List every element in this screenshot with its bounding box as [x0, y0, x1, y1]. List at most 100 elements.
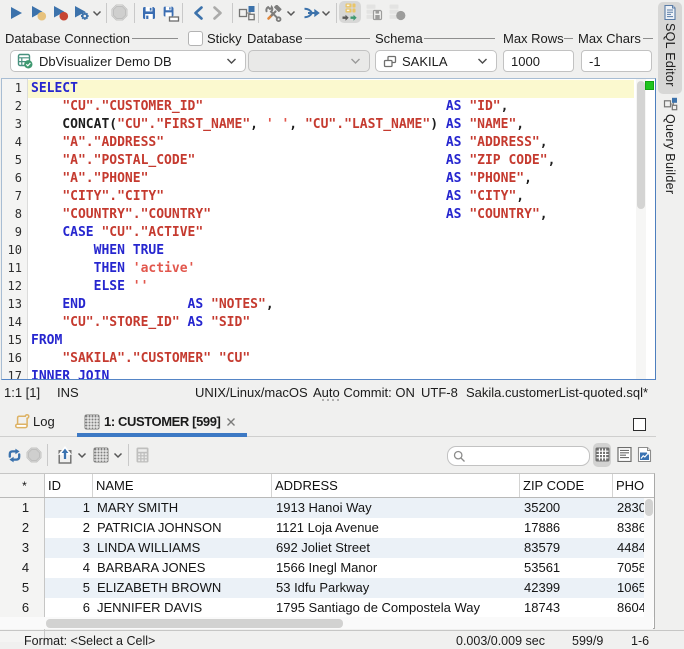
table-cell-address[interactable]: 1121 Loja Avenue [272, 518, 520, 538]
table-cell-name[interactable]: ELIZABETH BROWN [93, 578, 272, 598]
sticky-checkbox[interactable] [188, 31, 203, 46]
table-cell-address[interactable]: 1913 Hanoi Way [272, 498, 520, 518]
editor-scrollbar-thumb[interactable] [637, 81, 645, 209]
pin-results-icon[interactable] [342, 3, 358, 21]
tab-result-label[interactable]: 1: CUSTOMER [599] [104, 414, 221, 429]
table-cell-phone[interactable]: 448477190408 [613, 538, 645, 558]
grid-horizontal-scrollbar[interactable] [45, 617, 653, 629]
code-line[interactable]: "COUNTRY"."COUNTRY" AS "COUNTRY", [31, 206, 555, 224]
table-cell-phone[interactable]: 28303384290 [613, 498, 645, 518]
table-cell-name[interactable]: MARY SMITH [93, 498, 272, 518]
save-icon[interactable] [141, 5, 157, 21]
execute-buffer-icon[interactable] [52, 5, 69, 21]
table-cell-id[interactable]: 3 [45, 538, 93, 558]
table-cell-id[interactable]: 2 [45, 518, 93, 538]
execute-menu-chevron-icon[interactable] [92, 10, 102, 17]
grid-view-icon[interactable] [595, 447, 610, 462]
code-line[interactable]: THEN 'active' [31, 260, 555, 278]
editor-code[interactable]: SELECT "CU"."CUSTOMER_ID" AS "ID", CONCA… [31, 80, 555, 379]
tab-log-label[interactable]: Log [33, 414, 55, 429]
export-icon[interactable] [57, 446, 73, 464]
tools-menu-chevron-icon[interactable] [286, 10, 296, 17]
chart-view-icon[interactable] [637, 446, 652, 463]
row-number[interactable]: 5 [3, 578, 48, 598]
code-line[interactable]: "CU"."CUSTOMER_ID" AS "ID", [31, 98, 555, 116]
code-line[interactable]: END AS "NOTES", [31, 296, 555, 314]
tab-close-icon[interactable] [226, 417, 236, 427]
table-cell-phone[interactable]: 705814003527 [613, 558, 645, 578]
table-cell-name[interactable]: JENNIFER DAVIS [93, 598, 272, 618]
row-number[interactable]: 2 [3, 518, 48, 538]
table-cell-id[interactable]: 1 [45, 498, 93, 518]
splitter-grip[interactable] [322, 399, 339, 401]
row-number[interactable]: 6 [3, 598, 48, 618]
row-number[interactable]: 3 [3, 538, 48, 558]
table-cell-name[interactable]: BARBARA JONES [93, 558, 272, 578]
grid-hscrollbar-thumb[interactable] [46, 619, 343, 628]
table-cell-zip[interactable]: 83579 [520, 538, 613, 558]
max-chars-input[interactable]: -1 [581, 50, 652, 72]
column-header[interactable]: * [0, 474, 45, 497]
table-cell-name[interactable]: LINDA WILLIAMS [93, 538, 272, 558]
grid-options-chevron-icon[interactable] [113, 452, 123, 459]
table-cell-phone[interactable]: 838635286649 [613, 518, 645, 538]
row-number[interactable]: 1 [3, 498, 48, 518]
code-line[interactable]: "CU"."STORE_ID" AS "SID" [31, 314, 555, 332]
column-header[interactable]: NAME [93, 474, 272, 497]
table-cell-zip[interactable]: 53561 [520, 558, 613, 578]
code-line[interactable]: ELSE '' [31, 278, 555, 296]
maximize-panel-icon[interactable] [633, 418, 646, 431]
execute-current-icon[interactable] [30, 5, 47, 21]
continue-menu-chevron-icon[interactable] [321, 10, 331, 17]
table-cell-id[interactable]: 5 [45, 578, 93, 598]
grid-search-input[interactable] [447, 446, 590, 466]
table-cell-name[interactable]: PATRICIA JOHNSON [93, 518, 272, 538]
code-line[interactable]: "SAKILA"."CUSTOMER" "CU" [31, 350, 555, 368]
code-line[interactable]: INNER JOIN [31, 368, 555, 379]
connection-select[interactable]: DbVisualizer Demo DB [10, 50, 246, 72]
code-line[interactable]: "A"."ADDRESS" AS "ADDRESS", [31, 134, 555, 152]
grid-vertical-scrollbar[interactable] [644, 498, 654, 617]
code-line[interactable]: "A"."POSTAL_CODE" AS "ZIP CODE", [31, 152, 555, 170]
table-cell-address[interactable]: 53 Idfu Parkway [272, 578, 520, 598]
code-line[interactable]: FROM [31, 332, 555, 350]
table-cell-phone[interactable]: 860452626434 [613, 598, 645, 618]
table-cell-phone[interactable]: 10655648674 [613, 578, 645, 598]
table-cell-id[interactable]: 4 [45, 558, 93, 578]
code-line[interactable]: SELECT [31, 80, 555, 98]
column-header[interactable]: PHONE [613, 474, 644, 497]
text-view-icon[interactable] [617, 446, 632, 463]
table-cell-zip[interactable]: 17886 [520, 518, 613, 538]
code-line[interactable]: CONCAT("CU"."FIRST_NAME", ' ', "CU"."LAS… [31, 116, 555, 134]
table-cell-id[interactable]: 6 [45, 598, 93, 618]
execute-icon[interactable] [8, 5, 24, 21]
side-tab-query-builder[interactable]: Query Builder [658, 94, 682, 228]
execute-explain-icon[interactable] [73, 5, 90, 21]
table-cell-address[interactable]: 692 Joliet Street [272, 538, 520, 558]
side-tab-sql-editor[interactable]: SQL Editor [658, 2, 682, 94]
continue-on-error-icon[interactable] [303, 5, 321, 21]
code-line[interactable]: "CITY"."CITY" AS "CITY", [31, 188, 555, 206]
grid-options-icon[interactable] [93, 447, 109, 463]
column-header[interactable]: ID [45, 474, 93, 497]
code-line[interactable]: CASE "CU"."ACTIVE" [31, 224, 555, 242]
schema-select[interactable]: SAKILA [375, 50, 497, 72]
code-line[interactable]: "A"."PHONE" AS "PHONE", [31, 170, 555, 188]
table-cell-address[interactable]: 1795 Santiago de Compostela Way [272, 598, 520, 618]
table-cell-zip[interactable]: 42399 [520, 578, 613, 598]
column-header[interactable]: ADDRESS [272, 474, 520, 497]
reload-icon[interactable] [7, 448, 22, 463]
editor-vertical-scrollbar[interactable] [636, 79, 646, 379]
sql-editor[interactable]: 1 2 3 4 5 6 7 8 9 10 11 12 13 14 15 16 17 SELECT "CU"."C… [1, 78, 656, 380]
grid-vscrollbar-thumb[interactable] [645, 499, 653, 516]
back-icon[interactable] [192, 5, 204, 21]
table-cell-address[interactable]: 1566 Inegl Manor [272, 558, 520, 578]
tools-icon[interactable] [264, 4, 284, 23]
query-builder-icon[interactable] [238, 5, 256, 22]
max-rows-input[interactable]: 1000 [503, 50, 574, 72]
column-header[interactable]: ZIP CODE [520, 474, 613, 497]
save-as-icon[interactable] [162, 5, 180, 22]
table-cell-zip[interactable]: 18743 [520, 598, 613, 618]
row-number[interactable]: 4 [3, 558, 48, 578]
code-line[interactable]: WHEN TRUE [31, 242, 555, 260]
